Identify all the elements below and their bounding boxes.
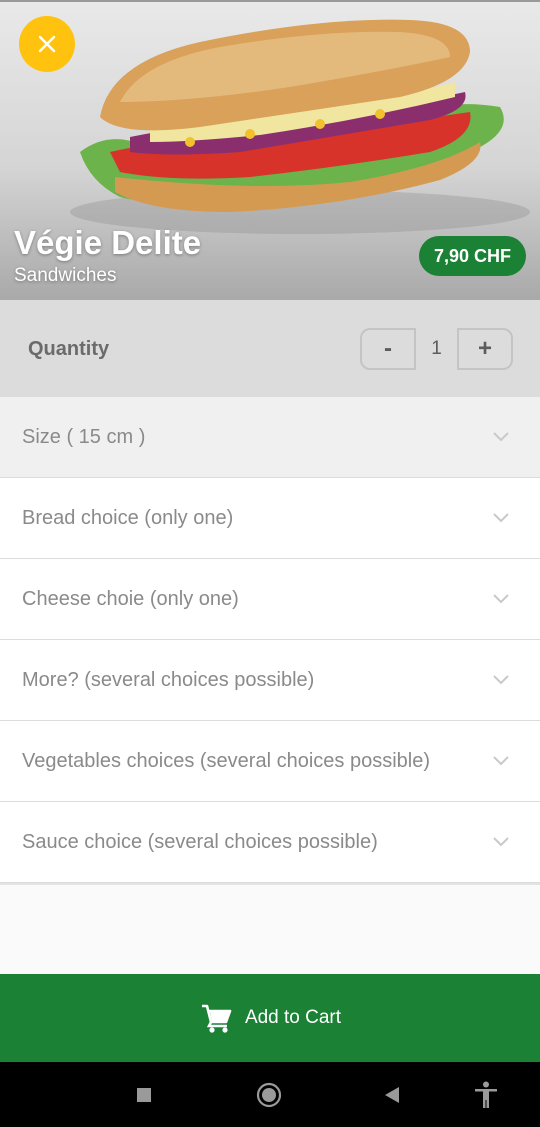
option-label: More? (several choices possible) xyxy=(22,669,315,691)
close-button[interactable] xyxy=(19,16,75,72)
chevron-down-icon xyxy=(493,513,509,523)
recents-button[interactable] xyxy=(124,1062,164,1127)
add-to-cart-label: Add to Cart xyxy=(244,1007,342,1028)
circle-icon xyxy=(256,1082,282,1107)
home-button[interactable] xyxy=(248,1062,290,1127)
option-cheese[interactable]: Cheese choie (only one) xyxy=(0,559,540,640)
option-label: Vegetables choices (several choices poss… xyxy=(22,750,430,772)
triangle-back-icon xyxy=(385,1086,399,1103)
option-label: Sauce choice (several choices possible) xyxy=(22,831,378,853)
quantity-section: Quantity - 1 + xyxy=(0,300,540,397)
quantity-value: 1 xyxy=(431,338,442,359)
chevron-down-icon xyxy=(493,594,509,604)
cart-icon xyxy=(201,1004,232,1033)
option-more[interactable]: More? (several choices possible) xyxy=(0,640,540,721)
back-button[interactable] xyxy=(372,1062,412,1127)
product-hero: Végie Delite Sandwiches 7,90 CHF xyxy=(0,0,540,300)
accessibility-icon xyxy=(475,1081,497,1108)
chevron-down-icon xyxy=(493,675,509,685)
option-label: Size ( 15 cm ) xyxy=(22,426,146,448)
product-category: Sandwiches xyxy=(14,265,117,286)
divider xyxy=(0,883,540,885)
quantity-stepper: - 1 + xyxy=(360,328,513,370)
square-icon xyxy=(137,1087,151,1102)
quantity-label: Quantity xyxy=(28,338,110,360)
option-bread[interactable]: Bread choice (only one) xyxy=(0,478,540,559)
product-name: Végie Delite xyxy=(14,224,202,261)
chevron-down-icon xyxy=(493,756,509,766)
decrease-button[interactable]: - xyxy=(360,328,416,370)
option-label: Cheese choie (only one) xyxy=(22,588,239,610)
chevron-down-icon xyxy=(493,837,509,847)
option-size[interactable]: Size ( 15 cm ) xyxy=(0,397,540,478)
chevron-down-icon xyxy=(493,432,509,442)
option-sauce[interactable]: Sauce choice (several choices possible) xyxy=(0,802,540,883)
options-list: Size ( 15 cm ) Bread choice (only one) C… xyxy=(0,397,540,883)
accessibility-button[interactable] xyxy=(466,1062,506,1127)
add-to-cart-button[interactable]: Add to Cart xyxy=(0,974,540,1062)
option-vegetables[interactable]: Vegetables choices (several choices poss… xyxy=(0,721,540,802)
system-navigation-bar xyxy=(0,1062,540,1127)
price-badge: 7,90 CHF xyxy=(419,236,526,276)
increase-button[interactable]: + xyxy=(457,328,513,370)
option-label: Bread choice (only one) xyxy=(22,507,234,529)
close-icon xyxy=(38,35,56,53)
